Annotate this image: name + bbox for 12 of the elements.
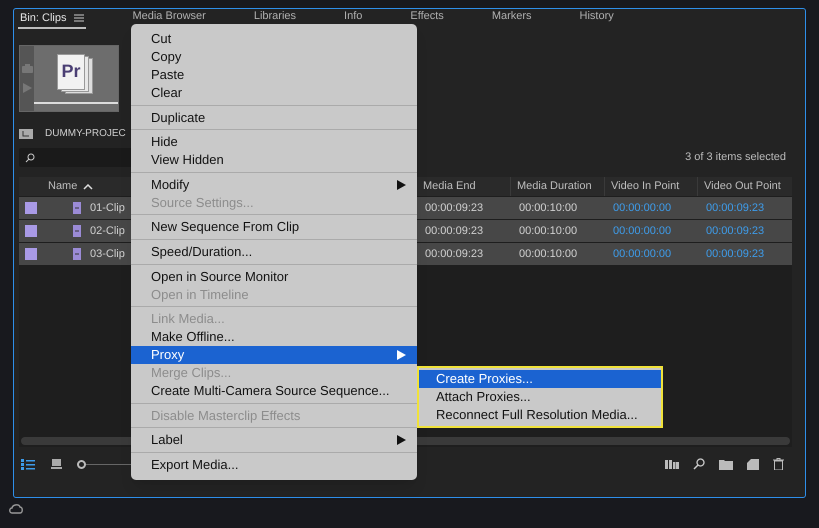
- table-cell-text: 00:00:09:23: [424, 224, 484, 239]
- selection-count: 3 of 3 items selected: [685, 150, 786, 166]
- clip-name: 02-Clip: [90, 224, 125, 239]
- clip-name: 01-Clip: [90, 200, 125, 216]
- table-cell-text: 00:00:10:00: [518, 200, 578, 216]
- bin-path: DUMMY-PROJEC: [45, 126, 126, 140]
- table-cell-text: 00:00:09:23: [424, 200, 484, 216]
- clip-name: 03-Clip: [90, 246, 125, 262]
- premiere-logo: Pr: [57, 54, 85, 90]
- table-cell-text: 00:00:10:00: [518, 246, 578, 262]
- table-cell-text: 00:00:10:00: [518, 224, 578, 239]
- table-cell-text: 00:00:09:23: [424, 246, 484, 262]
